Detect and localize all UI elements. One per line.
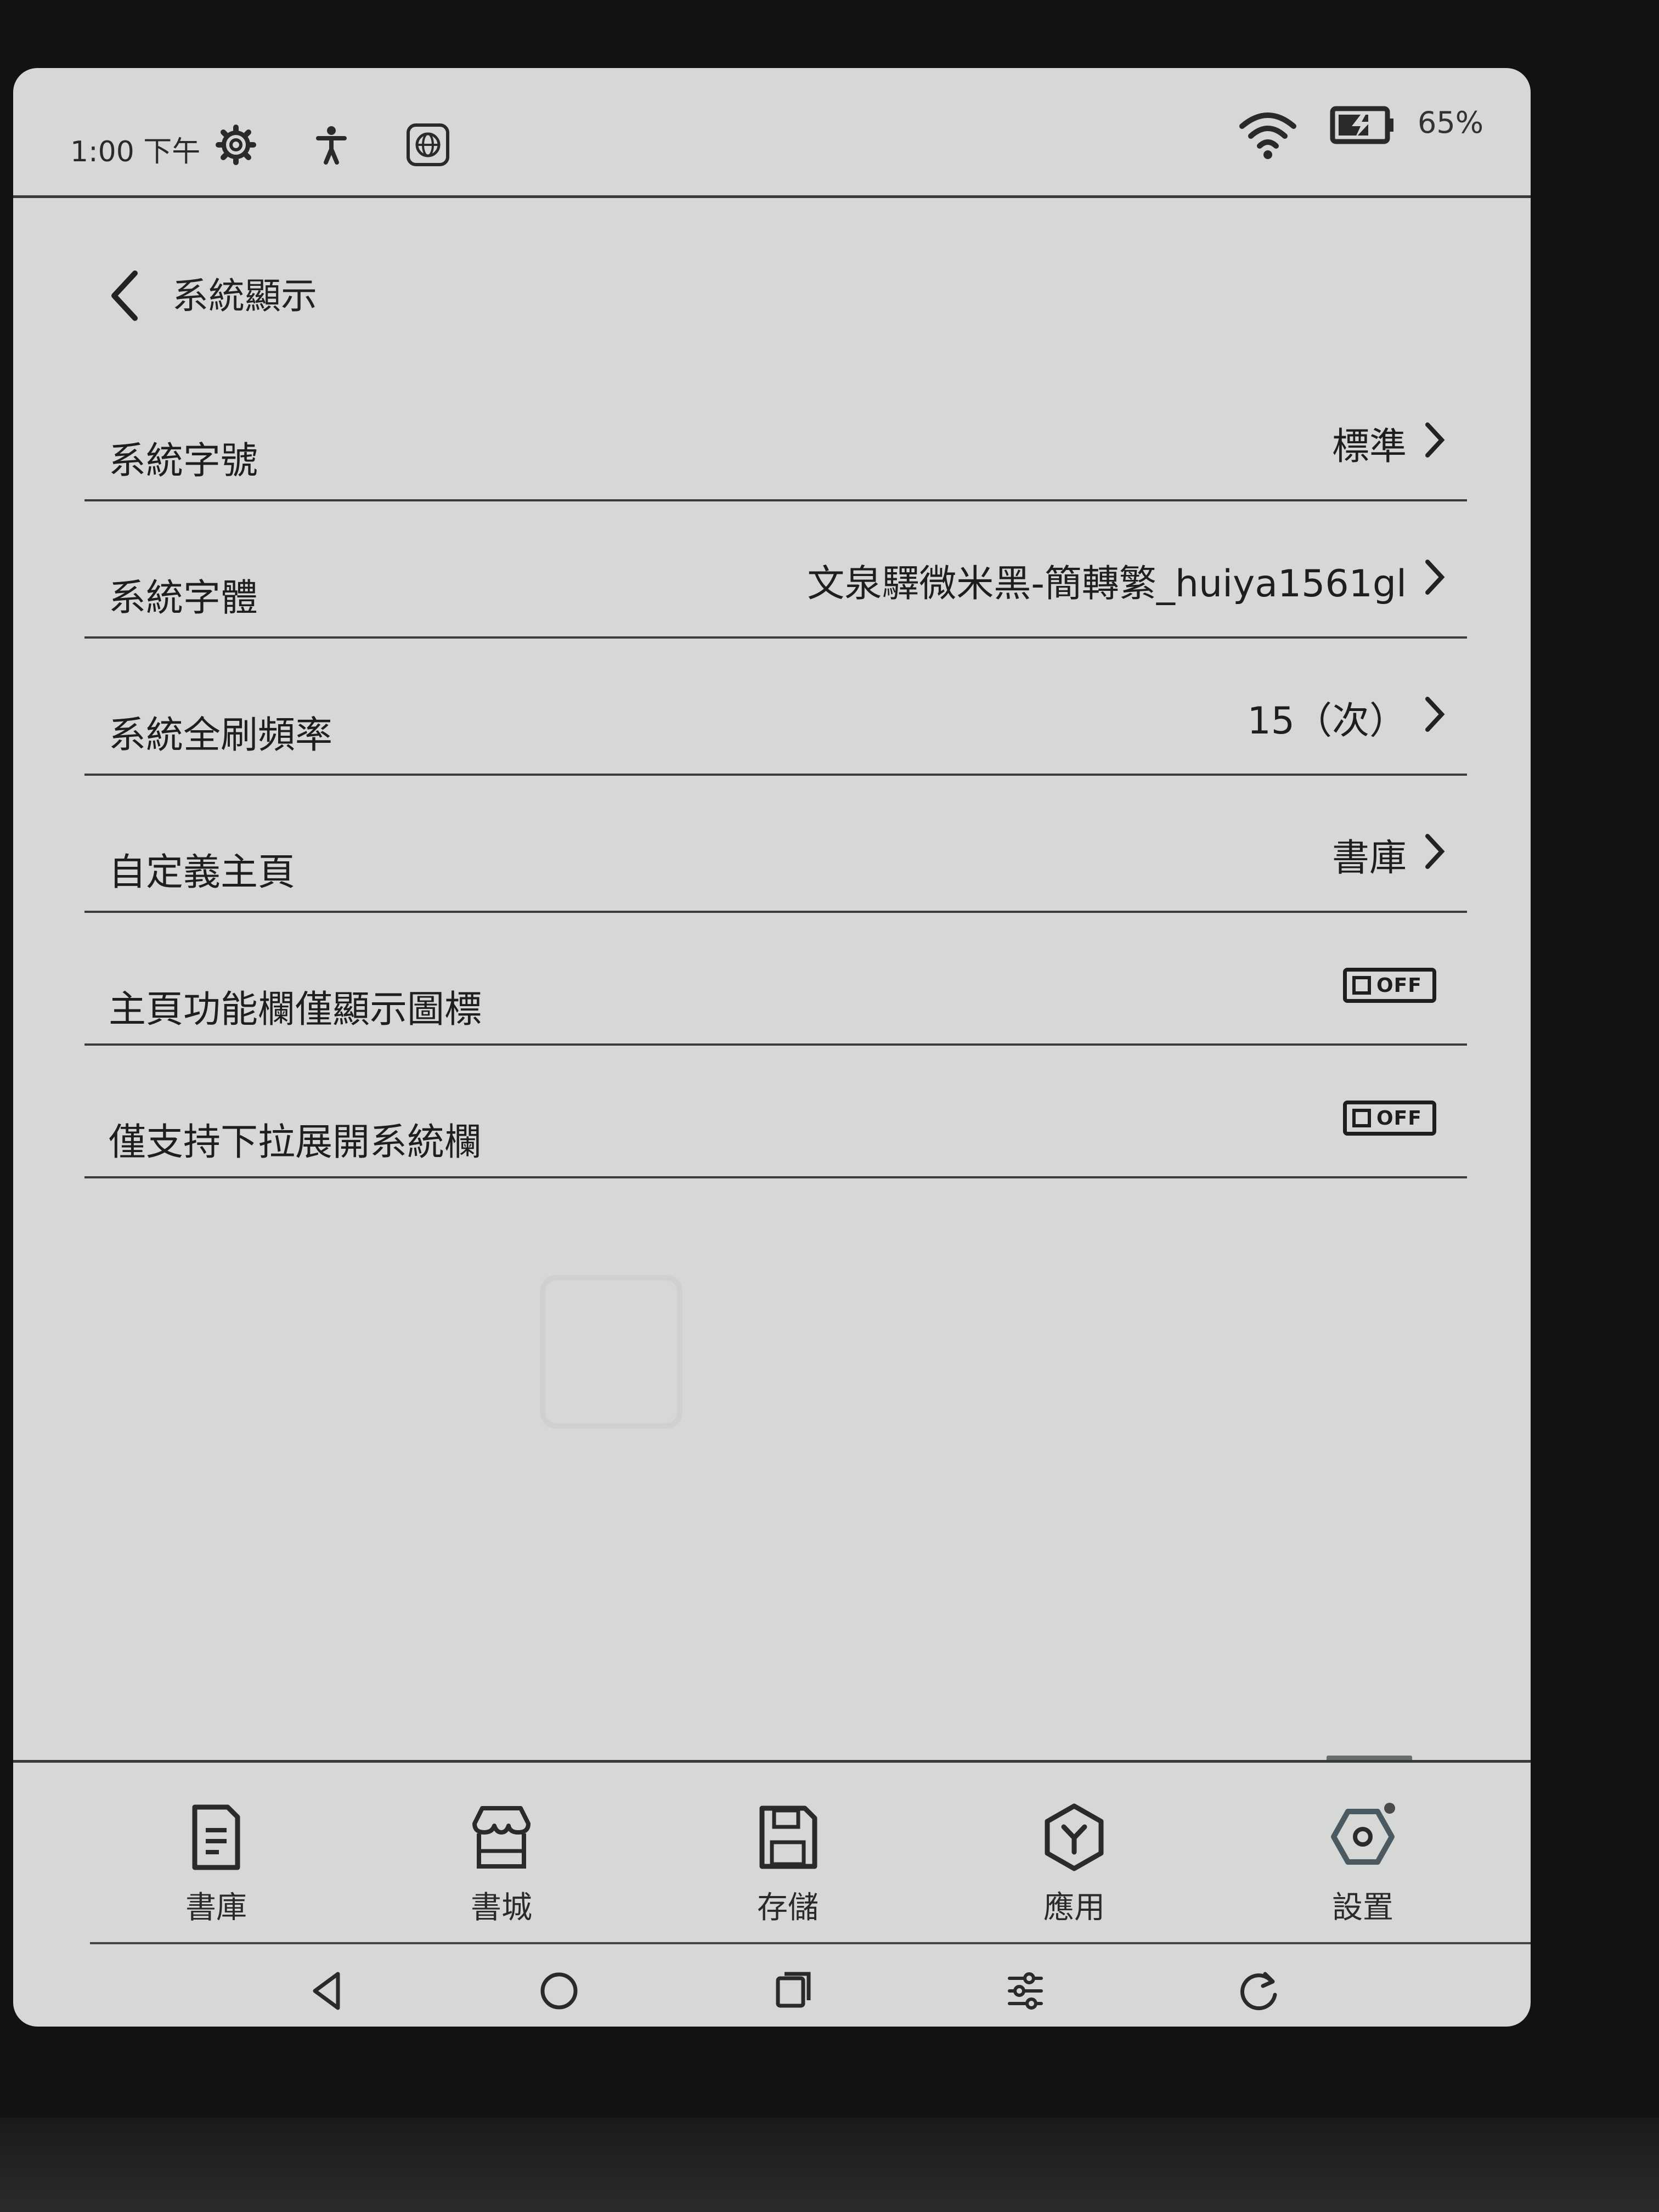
eink-screen: 1:00 下午 65% 系統顯示 系統字號 標準 系統字體 文泉驛微米黑-簡轉繁… xyxy=(13,68,1531,2027)
setting-font-size[interactable]: 系統字號 標準 xyxy=(84,364,1467,501)
refresh-icon[interactable] xyxy=(1234,1966,1284,2016)
adjust-icon[interactable] xyxy=(1001,1966,1050,2016)
toggle-knob xyxy=(1352,976,1371,995)
tab-label: 書庫 xyxy=(185,1890,247,1926)
gear-icon[interactable] xyxy=(214,123,258,167)
tabbar-divider xyxy=(13,1760,1531,1763)
tab-store[interactable]: 書城 xyxy=(419,1785,584,1933)
store-icon xyxy=(472,1806,531,1869)
pulldown-toggle[interactable]: OFF xyxy=(1343,1101,1436,1136)
apps-icon xyxy=(1045,1803,1104,1871)
setting-label: 系統全刷頻率 xyxy=(109,714,333,757)
setting-label: 系統字體 xyxy=(109,577,258,620)
status-time: 1:00 下午 xyxy=(70,136,201,168)
library-icon xyxy=(192,1804,240,1870)
chevron-right-icon xyxy=(1425,560,1445,595)
device-bezel xyxy=(0,2118,1659,2212)
chevron-right-icon xyxy=(1425,422,1445,458)
tab-label: 書城 xyxy=(471,1890,532,1926)
setting-value: 書庫 xyxy=(1331,837,1407,880)
icons-only-toggle[interactable]: OFF xyxy=(1343,968,1436,1003)
tab-label: 存儲 xyxy=(757,1890,819,1926)
tab-settings[interactable]: 設置 xyxy=(1280,1785,1445,1933)
chevron-left-icon[interactable] xyxy=(101,266,150,326)
setting-icons-only: 主頁功能欄僅顯示圖標 OFF xyxy=(84,913,1467,1046)
setting-value: 標準 xyxy=(1331,425,1407,469)
setting-custom-home[interactable]: 自定義主頁 書庫 xyxy=(84,776,1467,913)
setting-label: 僅支持下拉展開系統欄 xyxy=(109,1121,482,1164)
battery-percent: 65% xyxy=(1418,105,1484,140)
setting-refresh-rate[interactable]: 系統全刷頻率 15（次） xyxy=(84,639,1467,776)
page-title: 系統顯示 xyxy=(172,275,317,317)
ghost-artifact xyxy=(540,1275,682,1429)
wifi-icon xyxy=(1239,112,1296,159)
setting-value: 15（次） xyxy=(1247,699,1407,743)
chevron-right-icon xyxy=(1425,697,1445,732)
tab-library[interactable]: 書庫 xyxy=(134,1785,298,1933)
toggle-state: OFF xyxy=(1376,1107,1422,1130)
chevron-right-icon xyxy=(1425,834,1445,869)
setting-pulldown-only: 僅支持下拉展開系統欄 OFF xyxy=(84,1046,1467,1178)
settings-icon xyxy=(1331,1803,1395,1865)
status-divider xyxy=(13,195,1531,198)
home-icon[interactable] xyxy=(534,1966,584,2016)
setting-label: 系統字號 xyxy=(109,439,258,483)
save-icon xyxy=(759,1805,817,1869)
tab-storage[interactable]: 存儲 xyxy=(706,1785,870,1933)
setting-label: 自定義主頁 xyxy=(109,851,296,894)
settings-list: 系統字號 標準 系統字體 文泉驛微米黑-簡轉繁_huiya1561gl 系統全刷… xyxy=(84,364,1467,1178)
setting-label: 主頁功能欄僅顯示圖標 xyxy=(109,988,482,1031)
back-icon[interactable] xyxy=(304,1966,353,2016)
tab-label: 設置 xyxy=(1332,1890,1393,1926)
toggle-knob xyxy=(1352,1109,1371,1127)
recents-icon[interactable] xyxy=(769,1966,819,2016)
bottom-tab-bar: 書庫 書城 存儲 應用 設置 xyxy=(13,1763,1531,1942)
status-bar: 1:00 下午 65% xyxy=(13,68,1531,195)
battery-charging-icon xyxy=(1330,106,1393,144)
globe-icon[interactable] xyxy=(406,123,450,167)
system-nav-bar xyxy=(13,1944,1531,2027)
setting-value: 文泉驛微米黑-簡轉繁_huiya1561gl xyxy=(807,562,1407,606)
toggle-state: OFF xyxy=(1376,974,1422,997)
tab-label: 應用 xyxy=(1043,1890,1105,1926)
setting-font-family[interactable]: 系統字體 文泉驛微米黑-簡轉繁_huiya1561gl xyxy=(84,501,1467,639)
tab-apps[interactable]: 應用 xyxy=(992,1785,1156,1933)
accessibility-icon[interactable] xyxy=(309,123,353,167)
